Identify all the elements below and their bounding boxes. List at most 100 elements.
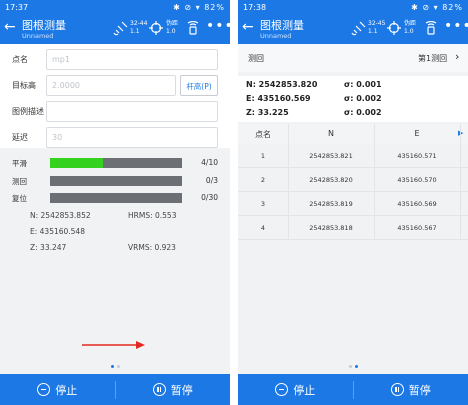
bottom-action-bar: 停止 暂停	[0, 374, 230, 405]
result-e: E: 435160.548	[30, 227, 85, 236]
satellite-icon[interactable]	[351, 20, 367, 36]
table-row[interactable]: 1 2542853.821 435160.571	[238, 144, 468, 168]
table-row[interactable]: 4 2542853.818 435160.567	[238, 216, 468, 240]
target-height-row: 目标高 2.0000 杆高(P)	[0, 72, 230, 98]
table-row[interactable]: 3 2542853.819 435160.569	[238, 192, 468, 216]
solution-status: 伪距 1.0	[404, 20, 417, 35]
pole-height-button[interactable]: 杆高(P)	[180, 75, 218, 96]
page-title: 图根测量	[260, 19, 304, 32]
page-indicator	[238, 365, 468, 368]
cell-e: 435160.571	[397, 152, 437, 160]
summary-e: E: 435160.569	[246, 94, 311, 103]
status-bar: 17:38 ✱ ⊘ ▾ 82%	[238, 0, 468, 14]
smooth-count: 4/10	[201, 158, 218, 167]
page-dot	[348, 365, 352, 368]
header-n: N	[328, 129, 334, 138]
measure-screen-1: 17:37 ✱ ⊘ ▾ 82% ← 图根测量 Unnamed 32-44 1.1 …	[0, 0, 230, 405]
delay-label: 延迟	[12, 133, 28, 142]
satellite-icon[interactable]	[113, 20, 129, 36]
status-time: 17:38	[243, 2, 267, 12]
project-name: Unnamed	[22, 32, 54, 40]
bottom-action-bar: 停止 暂停	[238, 374, 468, 405]
pause-label: 暂停	[408, 383, 431, 397]
smooth-label: 平滑	[12, 159, 27, 168]
cell-e: 435160.570	[397, 176, 437, 184]
target-height-label: 目标高	[12, 81, 36, 90]
round-label: 测回	[12, 177, 27, 186]
app-bar: ← 图根测量 Unnamed 32-451.1 伪距1.0 •••	[238, 14, 468, 44]
crosshair-icon[interactable]	[148, 20, 164, 36]
cell-n: 2542853.821	[309, 152, 353, 160]
delay-row: 延迟 30	[0, 124, 230, 150]
satellite-count: 32-44 1.1	[130, 20, 148, 35]
stop-label: 停止	[293, 383, 316, 397]
pause-icon	[390, 383, 404, 396]
smooth-fill	[50, 158, 103, 168]
round-value: 第1测回	[418, 54, 448, 63]
more-icon[interactable]: •••	[444, 18, 468, 34]
point-name-input[interactable]: mp1	[46, 49, 218, 70]
receiver-icon[interactable]	[186, 21, 200, 35]
measure-screen-2: 17:38 ✱ ⊘ ▾ 82% ← 图根测量 Unnamed 32-45 1.1 …	[238, 0, 468, 405]
table-header: 点名 N E ▶	[238, 124, 468, 144]
table-divider	[460, 124, 461, 240]
point-form: 点名 mp1 目标高 2.0000 杆高(P) 图例描述 延迟 30	[0, 44, 230, 148]
cell-n: 2542853.819	[309, 200, 353, 208]
cell-point: 3	[260, 200, 266, 208]
battery-percent: 82%	[204, 2, 225, 12]
chevron-right-icon: ›	[455, 50, 460, 63]
cell-point: 4	[260, 224, 266, 232]
cell-point: 2	[260, 176, 266, 184]
average-summary: N: 2542853.820 σ: 0.001 E: 435160.569 σ:…	[238, 76, 468, 122]
target-height-input[interactable]: 2.0000	[46, 75, 176, 96]
pause-button[interactable]: 暂停	[116, 382, 231, 398]
page-dot-active	[110, 365, 114, 368]
cell-point: 1	[260, 152, 266, 160]
reset-label: 复位	[12, 194, 27, 203]
round-selector[interactable]: 测回 第1测回 ›	[238, 44, 468, 72]
round-progress: 测回 0/3	[0, 174, 230, 188]
page-dot	[116, 365, 120, 368]
stop-button[interactable]: 停止	[238, 382, 353, 398]
page-indicator	[0, 365, 230, 368]
summary-n-row: N: 2542853.820 σ: 0.001	[246, 80, 466, 92]
pause-label: 暂停	[170, 383, 193, 397]
summary-z-sigma: σ: 0.002	[344, 108, 382, 117]
stop-label: 停止	[55, 383, 78, 397]
table-divider	[374, 124, 375, 240]
cell-e: 435160.567	[397, 224, 437, 232]
crosshair-icon[interactable]	[386, 20, 402, 36]
summary-z-row: Z: 33.225 σ: 0.002	[246, 108, 466, 120]
summary-e-sigma: σ: 0.002	[344, 94, 382, 103]
result-vrms: VRMS: 0.923	[128, 243, 176, 252]
back-arrow-icon[interactable]: ←	[4, 20, 16, 34]
result-n: N: 2542853.852	[30, 211, 91, 220]
summary-e-row: E: 435160.569 σ: 0.002	[246, 94, 466, 106]
status-bar: 17:37 ✱ ⊘ ▾ 82%	[0, 0, 230, 14]
stop-button[interactable]: 停止	[0, 382, 115, 398]
back-arrow-icon[interactable]: ←	[242, 20, 254, 34]
battery-percent: 82%	[442, 2, 463, 12]
stop-icon	[275, 383, 289, 396]
cell-n: 2542853.820	[309, 176, 353, 184]
receiver-icon[interactable]	[424, 21, 438, 35]
stop-icon	[37, 383, 51, 396]
status-time: 17:37	[5, 2, 29, 12]
reset-progress: 复位 0/30	[0, 191, 230, 205]
satellite-count: 32-45 1.1	[368, 20, 386, 35]
reset-count: 0/30	[201, 193, 218, 202]
reset-track	[50, 193, 182, 203]
more-icon[interactable]: •••	[206, 18, 230, 34]
summary-n: N: 2542853.820	[246, 80, 318, 89]
pause-button[interactable]: 暂停	[354, 382, 468, 398]
app-bar: ← 图根测量 Unnamed 32-441.1 伪距1.0 •••	[0, 14, 230, 44]
smooth-progress: 平滑 4/10	[0, 156, 230, 170]
result-z: Z: 33.247	[30, 243, 67, 252]
delay-input[interactable]: 30	[46, 127, 218, 148]
cell-n: 2542853.818	[309, 224, 353, 232]
pause-icon	[152, 383, 166, 396]
table-row[interactable]: 2 2542853.820 435160.570	[238, 168, 468, 192]
page-title: 图根测量	[22, 19, 66, 32]
swipe-arrow-icon	[82, 341, 145, 349]
code-input[interactable]	[46, 101, 218, 122]
